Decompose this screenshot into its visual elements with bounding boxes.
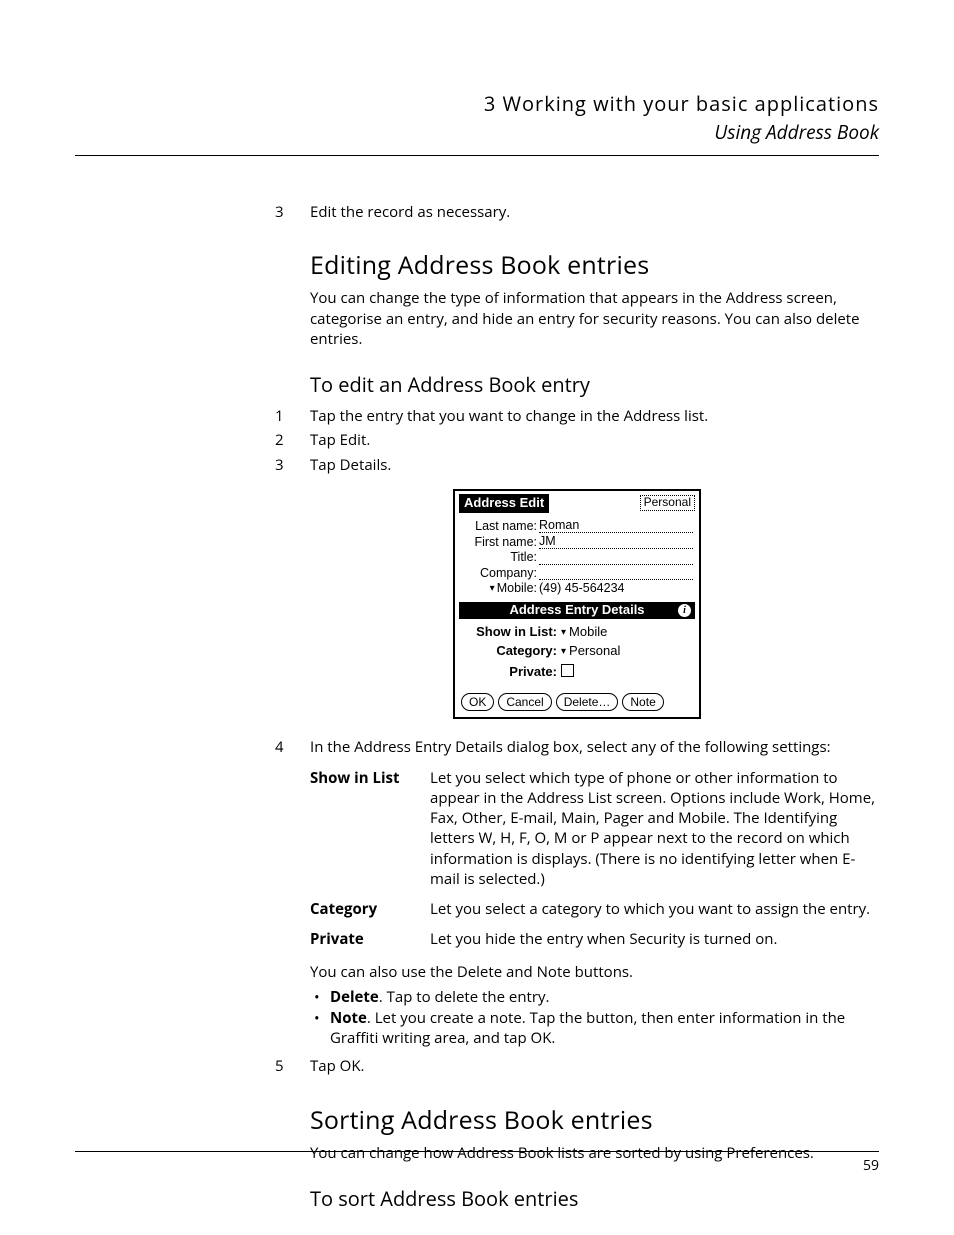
- step-item: 3 Edit the record as necessary.: [275, 202, 879, 222]
- step-text: Tap Details.: [310, 455, 879, 475]
- paragraph: You can also use the Delete and Note but…: [310, 962, 879, 982]
- step-item: 2 Tap Edit.: [275, 430, 879, 450]
- step-number: 5: [275, 1056, 310, 1076]
- definition-row: Category Let you select a category to wh…: [310, 899, 879, 919]
- step-text: Tap Edit.: [310, 430, 879, 450]
- step-item: 3 Tap Details.: [275, 455, 879, 475]
- step-number: 1: [275, 406, 310, 426]
- step-number: 4: [275, 737, 310, 757]
- first-name-field[interactable]: JM: [539, 534, 693, 549]
- definition-term: Show in List: [310, 768, 430, 890]
- field-label: First name:: [461, 535, 539, 549]
- note-button[interactable]: Note: [622, 693, 663, 711]
- page-footer: 59: [75, 1151, 879, 1175]
- heading-editing: Editing Address Book entries: [310, 248, 879, 282]
- private-checkbox[interactable]: [561, 664, 574, 677]
- section-title: Using Address Book: [75, 119, 879, 145]
- option-label: Show in List:: [461, 625, 561, 640]
- step-item: 4 In the Address Entry Details dialog bo…: [275, 737, 879, 757]
- definition-body: Let you hide the entry when Security is …: [430, 929, 879, 949]
- field-label: Title:: [461, 550, 539, 564]
- title-field[interactable]: [539, 551, 693, 565]
- header-rule: [75, 155, 879, 156]
- step-text: Tap the entry that you want to change in…: [310, 406, 879, 426]
- step-number: 2: [275, 430, 310, 450]
- definition-row: Private Let you hide the entry when Secu…: [310, 929, 879, 949]
- ok-button[interactable]: OK: [461, 693, 494, 711]
- field-label: Last name:: [461, 519, 539, 533]
- category-field-selector[interactable]: Personal: [561, 644, 620, 659]
- list-item: Note. Let you create a note. Tap the but…: [310, 1009, 879, 1048]
- info-icon[interactable]: i: [678, 604, 691, 617]
- definition-body: Let you select a category to which you w…: [430, 899, 879, 919]
- heading-to-edit: To edit an Address Book entry: [310, 371, 879, 398]
- paragraph: You can change the type of information t…: [310, 288, 879, 349]
- step-number: 3: [275, 455, 310, 475]
- bullet-list: Delete. Tap to delete the entry. Note. L…: [310, 988, 879, 1049]
- details-bar: Address Entry Details i: [459, 602, 695, 619]
- company-field[interactable]: [539, 566, 693, 580]
- option-label: Private:: [461, 665, 561, 680]
- page-number: 59: [75, 1156, 879, 1175]
- step-item: 1 Tap the entry that you want to change …: [275, 406, 879, 426]
- delete-button[interactable]: Delete…: [556, 693, 619, 711]
- definition-term: Private: [310, 929, 430, 949]
- running-header: 3 Working with your basic applications U…: [75, 90, 879, 145]
- definition-row: Show in List Let you select which type o…: [310, 768, 879, 890]
- last-name-field[interactable]: Roman: [539, 518, 693, 533]
- category-selector[interactable]: Personal: [640, 495, 695, 511]
- mobile-field[interactable]: (49) 45-564234: [539, 581, 693, 595]
- definition-body: Let you select which type of phone or ot…: [430, 768, 879, 890]
- dialog-title: Address Edit: [459, 494, 549, 513]
- show-in-list-selector[interactable]: Mobile: [561, 625, 607, 640]
- field-label: Company:: [461, 566, 539, 580]
- footer-rule: [75, 1151, 879, 1152]
- device-screenshot: Address Edit Personal Last name: Roman F…: [453, 489, 701, 720]
- list-item: Delete. Tap to delete the entry.: [310, 988, 879, 1008]
- heading-to-sort: To sort Address Book entries: [310, 1185, 879, 1212]
- step-text: Edit the record as necessary.: [310, 202, 879, 222]
- chapter-title: 3 Working with your basic applications: [75, 90, 879, 117]
- cancel-button[interactable]: Cancel: [498, 693, 551, 711]
- definition-term: Category: [310, 899, 430, 919]
- step-item: 5 Tap OK.: [275, 1056, 879, 1076]
- phone-type-selector[interactable]: Mobile:: [461, 581, 539, 595]
- step-number: 3: [275, 202, 310, 222]
- heading-sorting: Sorting Address Book entries: [310, 1103, 879, 1137]
- step-text: In the Address Entry Details dialog box,…: [310, 737, 879, 757]
- step-text: Tap OK.: [310, 1056, 879, 1076]
- option-label: Category:: [461, 644, 561, 659]
